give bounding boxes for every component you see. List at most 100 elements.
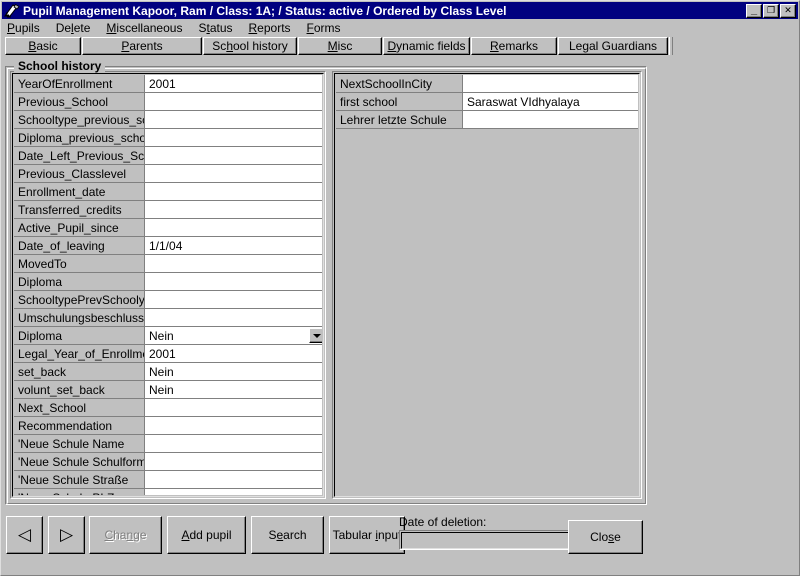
tab-misc[interactable]: Misc <box>298 37 382 55</box>
field-input[interactable]: Nein <box>145 363 322 381</box>
left-field-rows: YearOfEnrollment 2001 Previous_School Schoo… <box>14 75 322 495</box>
field-input[interactable] <box>145 471 322 489</box>
menu-bar: Pupils Delete Miscellaneous Status Reports Fo… <box>2 20 798 36</box>
field-row: Active_Pupil_since <box>14 219 322 237</box>
field-input[interactable] <box>145 309 322 327</box>
right-arrow-icon: ▷ <box>59 524 74 545</box>
field-row: Date_Left_Previous_Scho <box>14 147 322 165</box>
field-input[interactable] <box>145 183 322 201</box>
field-label: Date_of_leaving <box>14 237 145 255</box>
title-bar: Pupil Management Kapoor, Ram / Class: 1A… <box>2 2 798 19</box>
field-label: volunt_set_back <box>14 381 145 399</box>
date-of-deletion-label: Date of deletion: <box>399 515 487 529</box>
change-button[interactable]: Change <box>89 516 162 554</box>
field-row: Transferred_credits <box>14 201 322 219</box>
application-window: Pupil Management Kapoor, Ram / Class: 1A… <box>0 0 800 576</box>
field-input[interactable] <box>463 75 638 93</box>
tab-school-history[interactable]: Sc h ool history <box>203 37 297 55</box>
field-label: Active_Pupil_since <box>14 219 145 237</box>
field-row: 'Neue Schule Schulform <box>14 453 322 471</box>
school-history-group: School history YearOfEnrollment 2001 Previ… <box>5 59 647 505</box>
tab-dynamic-fields[interactable]: Dynamic fields <box>383 37 470 55</box>
menu-item-reports[interactable]: Reports <box>249 21 299 35</box>
close-dialog-button-label: Close <box>590 530 621 544</box>
field-label: 'Neue Schule Schulform <box>14 453 145 471</box>
field-row: Next_School <box>14 399 322 417</box>
previous-record-button[interactable]: ◁ <box>6 516 43 554</box>
add-pupil-button[interactable]: Add pupil <box>167 516 246 554</box>
tab-parents[interactable]: Parents <box>82 37 202 55</box>
field-combobox[interactable]: Nein <box>145 327 322 345</box>
field-input[interactable] <box>145 273 322 291</box>
menu-item-miscellaneous[interactable]: Miscellaneous <box>106 21 190 35</box>
next-record-button[interactable]: ▷ <box>48 516 85 554</box>
tab-strip-endcap <box>669 37 673 55</box>
tabular-input-button[interactable]: Tabular input <box>329 516 405 554</box>
field-label: Enrollment_date <box>14 183 145 201</box>
field-input[interactable] <box>145 129 322 147</box>
field-label: Legal_Year_of_Enrollmen <box>14 345 145 363</box>
pencil-document-icon <box>4 3 20 18</box>
field-input[interactable]: Nein <box>145 381 322 399</box>
field-input[interactable] <box>145 255 322 273</box>
menu-item-pupils[interactable]: Pupils <box>7 21 48 35</box>
field-input[interactable]: 1/1/04 <box>145 237 322 255</box>
field-row: Enrollment_date <box>14 183 322 201</box>
field-input[interactable]: Saraswat VIdhyalaya <box>463 93 638 111</box>
add-pupil-button-label: Add pupil <box>181 528 232 542</box>
field-input[interactable] <box>145 201 322 219</box>
field-input[interactable] <box>145 219 322 237</box>
search-button[interactable]: Search <box>251 516 324 554</box>
date-of-deletion-input[interactable] <box>399 530 571 550</box>
field-label: set_back <box>14 363 145 381</box>
chevron-down-icon[interactable] <box>309 328 322 343</box>
field-input[interactable] <box>145 165 322 183</box>
field-row: set_back Nein <box>14 363 322 381</box>
menu-item-status[interactable]: Status <box>198 21 240 35</box>
restore-button[interactable]: ❐ <box>763 3 779 18</box>
field-input[interactable]: 2001 <box>145 345 322 363</box>
left-arrow-icon: ◁ <box>17 524 32 545</box>
field-input[interactable] <box>145 399 322 417</box>
field-row: Previous_Classlevel <box>14 165 322 183</box>
close-dialog-button[interactable]: Close <box>568 520 643 554</box>
field-label: Date_Left_Previous_Scho <box>14 147 145 165</box>
minimize-icon: _ <box>750 3 758 16</box>
field-input[interactable] <box>145 453 322 471</box>
field-label: 'Neue Schule Straße <box>14 471 145 489</box>
field-label: Next_School <box>14 399 145 417</box>
left-field-panel: YearOfEnrollment 2001 Previous_School Schoo… <box>10 71 326 499</box>
field-input[interactable] <box>145 93 322 111</box>
field-row: Date_of_leaving 1/1/04 <box>14 237 322 255</box>
tab-basic[interactable]: Basic <box>5 37 81 55</box>
field-input[interactable]: 2001 <box>145 75 322 93</box>
window-title: Pupil Management Kapoor, Ram / Class: 1A… <box>23 3 507 18</box>
menu-item-delete[interactable]: Delete <box>56 21 99 35</box>
field-input[interactable] <box>145 435 322 453</box>
field-value: Nein <box>149 364 174 379</box>
field-label: MovedTo <box>14 255 145 273</box>
close-button[interactable]: ✕ <box>780 3 796 18</box>
field-row: 'Neue Schule Name <box>14 435 322 453</box>
field-label: SchooltypePrevSchoolyea <box>14 291 145 309</box>
field-row: volunt_set_back Nein <box>14 381 322 399</box>
window-controls: _ ❐ ✕ <box>746 3 796 18</box>
field-input[interactable] <box>463 111 638 129</box>
tab-remarks[interactable]: Remarks <box>471 37 557 55</box>
minimize-button[interactable]: _ <box>746 3 762 18</box>
field-input[interactable] <box>145 147 322 165</box>
field-label: Schooltype_previous_sch <box>14 111 145 129</box>
field-input[interactable] <box>145 111 322 129</box>
restore-icon: ❐ <box>766 5 776 15</box>
field-input[interactable] <box>145 489 322 495</box>
field-row: Schooltype_previous_sch <box>14 111 322 129</box>
field-label: Diploma <box>14 273 145 291</box>
field-input[interactable] <box>145 291 322 309</box>
menu-item-forms[interactable]: Forms <box>307 21 349 35</box>
change-button-label: Change <box>104 528 147 542</box>
field-input[interactable] <box>145 417 322 435</box>
field-label: 'Neue Schule Name <box>14 435 145 453</box>
field-row: 'Neue Schule PLZ <box>14 489 322 495</box>
field-label: Previous_Classlevel <box>14 165 145 183</box>
tab-legal-guardians[interactable]: Le g al Guardians <box>558 37 668 55</box>
